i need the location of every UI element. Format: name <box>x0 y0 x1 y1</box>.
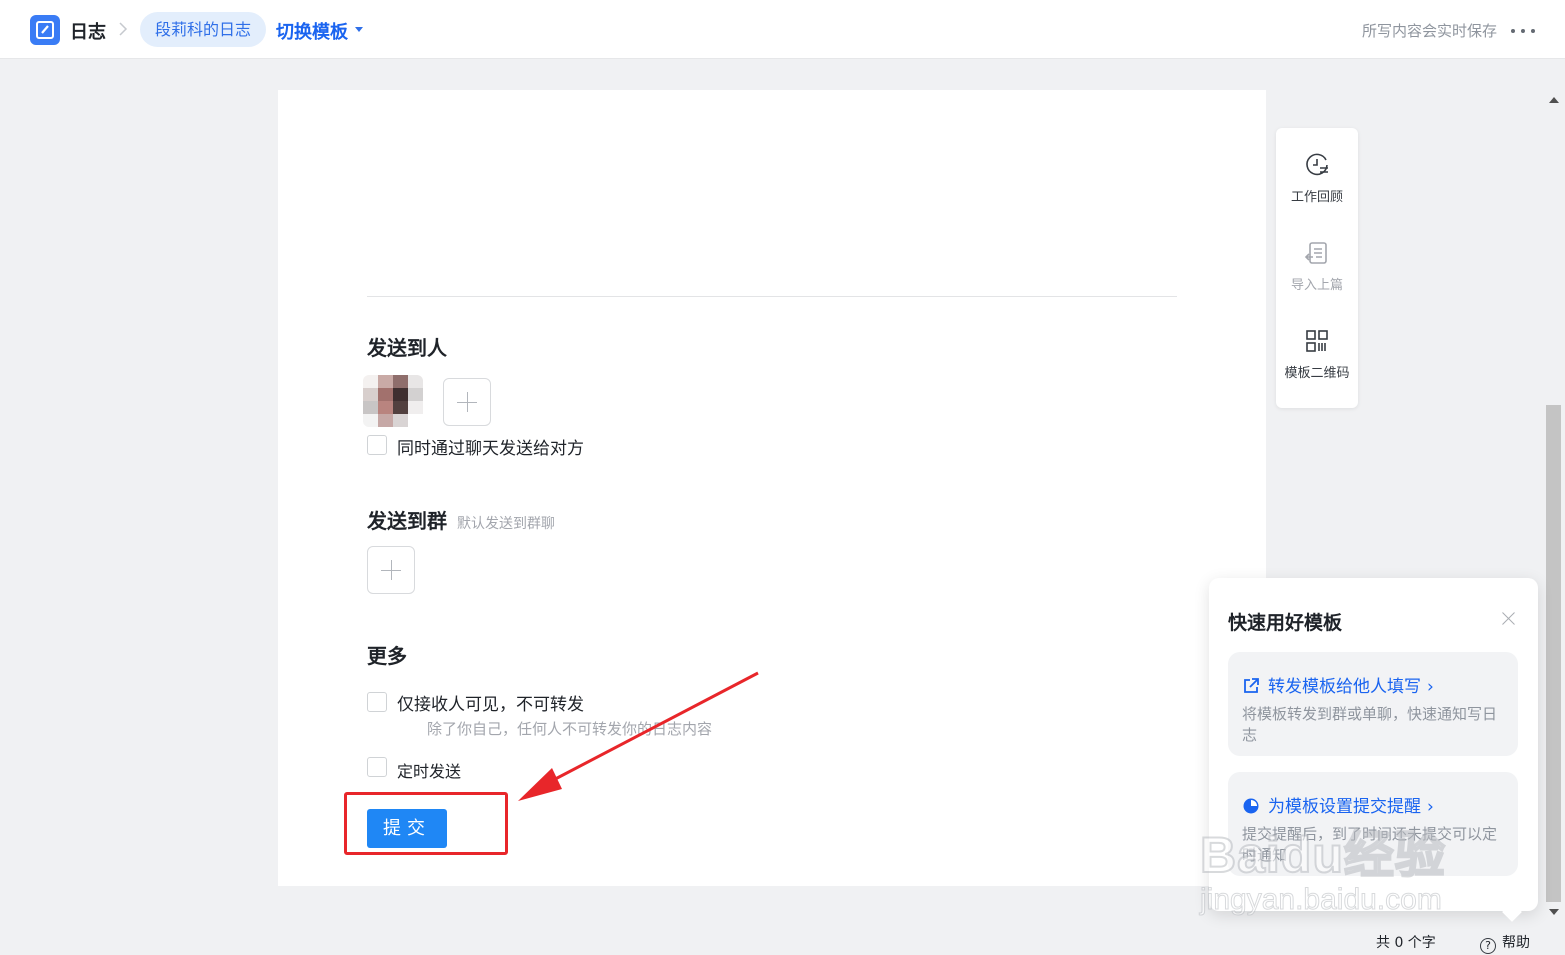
watermark-logo: Baidu经验 <box>1199 826 1446 884</box>
also-send-via-chat-checkbox[interactable] <box>367 435 387 455</box>
work-review-tool[interactable]: 工作回顾 <box>1276 152 1358 205</box>
template-qrcode-label: 模板二维码 <box>1284 366 1350 381</box>
send-to-group-title: 发送到群 默认发送到群聊 <box>367 505 555 534</box>
chevron-right-icon: › <box>1427 797 1434 817</box>
tip-card-share-template[interactable]: 转发模板给他人填写 › 将模板转发到群或单聊，快速通知写日志 <box>1228 652 1518 756</box>
annotation-highlight-box <box>344 792 508 855</box>
tip-share-desc: 将模板转发到群或单聊，快速通知写日志 <box>1242 705 1498 744</box>
tip-share-title-text: 转发模板给他人填写 <box>1268 677 1421 697</box>
add-group-button[interactable] <box>367 546 415 594</box>
watermark-url: jingyan.baidu.com <box>1200 883 1443 917</box>
scheduled-send-checkbox[interactable] <box>367 757 387 777</box>
log-app-icon[interactable] <box>30 15 60 45</box>
popover-arrow <box>1502 902 1522 922</box>
annotation-arrow <box>518 671 759 801</box>
word-count: 共 0 个字 <box>1376 935 1436 951</box>
app-title[interactable]: 日志 <box>70 18 106 44</box>
import-previous-tool[interactable]: 导入上篇 <box>1276 240 1358 293</box>
history-clock-icon <box>1306 153 1328 176</box>
scheduled-send-label: 定时发送 <box>397 762 462 781</box>
clock-pie-icon <box>1243 798 1259 814</box>
receiver-only-checkbox[interactable] <box>367 692 387 712</box>
add-recipient-button[interactable] <box>443 378 491 426</box>
caret-down-icon[interactable] <box>355 27 363 32</box>
qrcode-icon <box>1306 330 1328 352</box>
import-document-icon <box>1304 242 1327 264</box>
section-divider <box>367 296 1177 297</box>
close-icon[interactable] <box>1501 610 1517 626</box>
chevron-right-icon <box>119 22 128 36</box>
tip-reminder-title[interactable]: 为模板设置提交提醒 › <box>1242 792 1434 817</box>
top-bar: 日志 段莉科的日志 切换模板 所写内容会实时保存 <box>0 0 1565 59</box>
work-review-label: 工作回顾 <box>1290 190 1343 205</box>
breadcrumb-my-log[interactable]: 段莉科的日志 <box>140 12 267 47</box>
log-form-card: 发送到人 同时通过聊天发送给对方 发送到群 默认发送到群聊 更多 仅接收人可见，不… <box>278 90 1266 886</box>
switch-template-button[interactable]: 切换模板 <box>276 18 348 44</box>
template-qrcode-tool[interactable]: 模板二维码 <box>1276 328 1358 381</box>
share-icon <box>1244 678 1259 693</box>
popover-title: 快速用好模板 <box>1228 612 1343 634</box>
send-to-people-title: 发送到人 <box>367 336 447 360</box>
more-section-title: 更多 <box>367 644 407 668</box>
scroll-up-icon[interactable] <box>1549 97 1559 103</box>
more-options-icon[interactable] <box>1511 29 1535 34</box>
help-label: 帮助 <box>1502 935 1530 951</box>
send-to-group-title-text: 发送到群 <box>367 509 447 533</box>
tip-reminder-title-text: 为模板设置提交提醒 <box>1268 797 1421 817</box>
chevron-right-icon: › <box>1427 677 1434 697</box>
also-send-via-chat-label: 同时通过聊天发送给对方 <box>397 439 584 459</box>
help-button[interactable]: ? 帮助 <box>1480 932 1530 954</box>
scroll-down-icon[interactable] <box>1549 909 1559 915</box>
send-to-group-hint: 默认发送到群聊 <box>457 516 555 532</box>
autosave-hint: 所写内容会实时保存 <box>1361 22 1497 40</box>
baidu-watermark: Baidu经验 jingyan.baidu.com <box>1199 815 1490 925</box>
import-previous-label: 导入上篇 <box>1290 278 1343 293</box>
help-icon: ? <box>1480 938 1496 954</box>
avatar[interactable] <box>363 375 423 427</box>
scrollbar-thumb[interactable] <box>1546 405 1561 902</box>
side-tool-panel: 工作回顾 导入上篇 模板二维码 <box>1276 128 1358 408</box>
tip-share-title[interactable]: 转发模板给他人填写 › <box>1242 672 1434 697</box>
